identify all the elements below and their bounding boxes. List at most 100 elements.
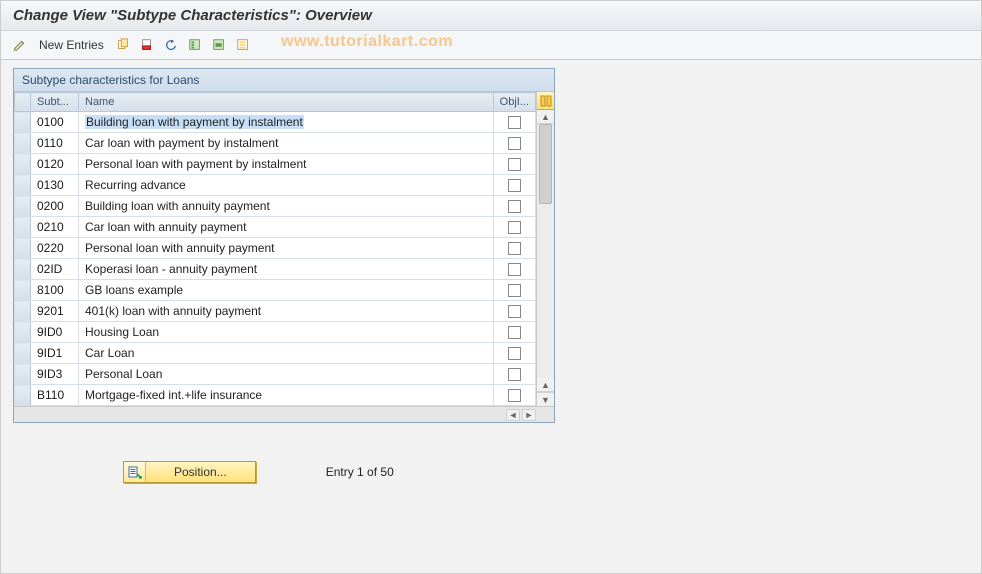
cell-name[interactable]: Personal loan with annuity payment	[79, 238, 494, 259]
table-row[interactable]: 0220Personal loan with annuity payment	[15, 238, 536, 259]
new-entries-button[interactable]: New Entries	[35, 38, 108, 52]
scroll-up-icon[interactable]: ▲	[537, 110, 554, 124]
table-row[interactable]: 9ID3Personal Loan	[15, 364, 536, 385]
checkbox[interactable]	[508, 116, 521, 129]
row-selector[interactable]	[15, 154, 31, 175]
cell-subt[interactable]: 0120	[31, 154, 79, 175]
col-rowselector[interactable]	[15, 93, 31, 112]
row-selector[interactable]	[15, 217, 31, 238]
row-selector[interactable]	[15, 322, 31, 343]
cell-obj[interactable]	[493, 112, 535, 133]
cell-subt[interactable]: 0130	[31, 175, 79, 196]
cell-subt[interactable]: 0110	[31, 133, 79, 154]
cell-name[interactable]: Car loan with annuity payment	[79, 217, 494, 238]
cell-obj[interactable]	[493, 343, 535, 364]
cell-name[interactable]: GB loans example	[79, 280, 494, 301]
scroll-track[interactable]	[537, 124, 554, 378]
scroll-down-icon[interactable]: ▼	[537, 392, 554, 406]
row-selector[interactable]	[15, 175, 31, 196]
cell-subt[interactable]: 9ID0	[31, 322, 79, 343]
cell-obj[interactable]	[493, 259, 535, 280]
cell-subt[interactable]: 9201	[31, 301, 79, 322]
row-selector[interactable]	[15, 301, 31, 322]
scroll-thumb[interactable]	[539, 124, 552, 204]
cell-subt[interactable]: 9ID3	[31, 364, 79, 385]
col-name[interactable]: Name	[79, 93, 494, 112]
scroll-right-icon[interactable]: ►	[522, 409, 536, 421]
scroll-left-icon[interactable]: ◄	[506, 409, 520, 421]
table-row[interactable]: 9ID1Car Loan	[15, 343, 536, 364]
cell-subt[interactable]: 02ID	[31, 259, 79, 280]
cell-name[interactable]: Car Loan	[79, 343, 494, 364]
checkbox[interactable]	[508, 179, 521, 192]
cell-name[interactable]: Koperasi loan - annuity payment	[79, 259, 494, 280]
select-all-icon[interactable]	[186, 36, 204, 54]
position-button[interactable]: Position...	[123, 461, 256, 483]
cell-name[interactable]: Recurring advance	[79, 175, 494, 196]
cell-subt[interactable]: 0100	[31, 112, 79, 133]
cell-name[interactable]: 401(k) loan with annuity payment	[79, 301, 494, 322]
row-selector[interactable]	[15, 343, 31, 364]
cell-subt[interactable]: 0200	[31, 196, 79, 217]
cell-obj[interactable]	[493, 385, 535, 406]
cell-subt[interactable]: 8100	[31, 280, 79, 301]
table-row[interactable]: 0120Personal loan with payment by instal…	[15, 154, 536, 175]
checkbox[interactable]	[508, 158, 521, 171]
scroll-up2-icon[interactable]: ▲	[537, 378, 554, 392]
col-subt[interactable]: Subt...	[31, 93, 79, 112]
cell-name[interactable]: Building loan with annuity payment	[79, 196, 494, 217]
delete-icon[interactable]	[138, 36, 156, 54]
table-row[interactable]: 8100GB loans example	[15, 280, 536, 301]
cell-obj[interactable]	[493, 133, 535, 154]
row-selector[interactable]	[15, 385, 31, 406]
checkbox[interactable]	[508, 326, 521, 339]
cell-name[interactable]: Personal loan with payment by instalment	[79, 154, 494, 175]
deselect-all-icon[interactable]	[234, 36, 252, 54]
checkbox[interactable]	[508, 368, 521, 381]
table-row[interactable]: 9ID0Housing Loan	[15, 322, 536, 343]
row-selector[interactable]	[15, 280, 31, 301]
configure-columns-icon[interactable]	[537, 92, 554, 110]
cell-name[interactable]: Building loan with payment by instalment	[79, 112, 494, 133]
checkbox[interactable]	[508, 242, 521, 255]
checkbox[interactable]	[508, 137, 521, 150]
row-selector[interactable]	[15, 364, 31, 385]
table-row[interactable]: 9201401(k) loan with annuity payment	[15, 301, 536, 322]
cell-obj[interactable]	[493, 301, 535, 322]
cell-obj[interactable]	[493, 280, 535, 301]
cell-obj[interactable]	[493, 175, 535, 196]
checkbox[interactable]	[508, 284, 521, 297]
row-selector[interactable]	[15, 133, 31, 154]
checkbox[interactable]	[508, 347, 521, 360]
checkbox[interactable]	[508, 200, 521, 213]
table-row[interactable]: 0210Car loan with annuity payment	[15, 217, 536, 238]
col-obj[interactable]: ObjI...	[493, 93, 535, 112]
table-row[interactable]: 0100Building loan with payment by instal…	[15, 112, 536, 133]
undo-icon[interactable]	[162, 36, 180, 54]
cell-name[interactable]: Mortgage-fixed int.+life insurance	[79, 385, 494, 406]
cell-name[interactable]: Car loan with payment by instalment	[79, 133, 494, 154]
cell-obj[interactable]	[493, 238, 535, 259]
row-selector[interactable]	[15, 259, 31, 280]
copy-as-icon[interactable]	[114, 36, 132, 54]
row-selector[interactable]	[15, 112, 31, 133]
cell-obj[interactable]	[493, 217, 535, 238]
checkbox[interactable]	[508, 389, 521, 402]
row-selector[interactable]	[15, 196, 31, 217]
table-row[interactable]: 02IDKoperasi loan - annuity payment	[15, 259, 536, 280]
cell-obj[interactable]	[493, 364, 535, 385]
cell-subt[interactable]: 0210	[31, 217, 79, 238]
cell-obj[interactable]	[493, 154, 535, 175]
cell-obj[interactable]	[493, 322, 535, 343]
table-row[interactable]: 0200Building loan with annuity payment	[15, 196, 536, 217]
cell-subt[interactable]: 0220	[31, 238, 79, 259]
cell-obj[interactable]	[493, 196, 535, 217]
horizontal-scrollbar[interactable]: ◄ ►	[14, 406, 554, 422]
toggle-change-icon[interactable]	[11, 36, 29, 54]
checkbox[interactable]	[508, 305, 521, 318]
row-selector[interactable]	[15, 238, 31, 259]
cell-name[interactable]: Personal Loan	[79, 364, 494, 385]
select-block-icon[interactable]	[210, 36, 228, 54]
table-row[interactable]: 0130Recurring advance	[15, 175, 536, 196]
checkbox[interactable]	[508, 221, 521, 234]
